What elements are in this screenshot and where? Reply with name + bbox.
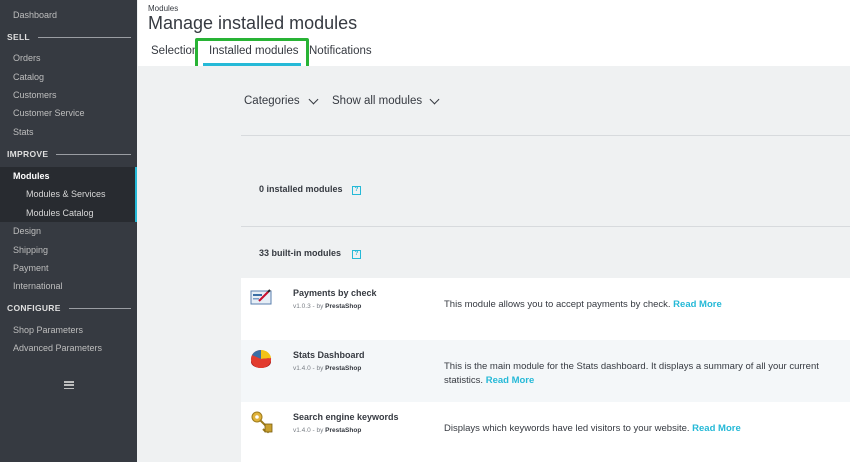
sidebar-item-design[interactable]: Design (13, 225, 41, 237)
show-modules-dropdown[interactable]: Show all modules (332, 95, 422, 107)
check-payment-icon (250, 287, 272, 312)
help-icon[interactable]: ? (352, 186, 361, 195)
section-divider (68, 307, 131, 309)
page-header: Modules Manage installed modules Selecti… (138, 0, 850, 72)
sidebar-item-orders[interactable]: Orders (13, 52, 41, 64)
read-more-link[interactable]: Read More (673, 299, 722, 310)
help-icon[interactable]: ? (352, 250, 361, 259)
module-version: v1.4.0 - by PrestaShop (293, 427, 362, 434)
sidebar-item-modules[interactable]: Modules (13, 170, 50, 182)
section-divider (37, 36, 131, 38)
sidebar-active-indicator (135, 167, 137, 222)
section-divider (56, 153, 131, 155)
sidebar-item-international[interactable]: International (13, 280, 63, 292)
categories-dropdown[interactable]: Categories (244, 95, 300, 107)
module-description: Displays which keywords have led visitor… (444, 423, 741, 434)
tab-selection[interactable]: Selection (151, 45, 198, 57)
module-name: Search engine keywords (293, 412, 399, 422)
sidebar: Dashboard SELL Orders Catalog Customers … (0, 0, 137, 462)
tab-notifications[interactable]: Notifications (309, 45, 372, 57)
module-description: This is the main module for the Stats da… (444, 361, 819, 386)
sidebar-subitem-modules-catalog[interactable]: Modules Catalog (26, 207, 94, 219)
keys-icon (250, 410, 274, 439)
module-description: This module allows you to accept payment… (444, 299, 722, 310)
read-more-link[interactable]: Read More (692, 423, 741, 434)
module-version: v1.4.0 - by PrestaShop (293, 365, 362, 372)
page-title: Manage installed modules (148, 13, 358, 33)
sidebar-item-stats[interactable]: Stats (13, 126, 34, 138)
module-name: Stats Dashboard (293, 350, 365, 360)
installed-modules-count: 0 installed modules (259, 184, 343, 194)
pie-chart-icon (250, 348, 272, 375)
module-version: v1.0.3 - by PrestaShop (293, 303, 362, 310)
breadcrumb[interactable]: Modules (148, 4, 178, 13)
sidebar-item-customer-service[interactable]: Customer Service (13, 107, 85, 119)
builtin-modules-count: 33 built-in modules (259, 248, 342, 258)
read-more-link[interactable]: Read More (486, 375, 535, 386)
sidebar-item-payment[interactable]: Payment (13, 262, 49, 274)
sidebar-item-customers[interactable]: Customers (13, 89, 57, 101)
sidebar-section-configure: CONFIGURE (0, 301, 137, 315)
sidebar-item-dashboard[interactable]: Dashboard (13, 9, 57, 21)
sidebar-item-catalog[interactable]: Catalog (13, 71, 44, 83)
installed-count-row (241, 136, 850, 227)
sidebar-item-advanced-parameters[interactable]: Advanced Parameters (13, 342, 102, 354)
sidebar-item-shop-parameters[interactable]: Shop Parameters (13, 324, 83, 336)
sidebar-item-shipping[interactable]: Shipping (13, 244, 48, 256)
hamburger-icon[interactable] (64, 381, 74, 389)
module-name: Payments by check (293, 288, 377, 298)
sidebar-section-improve: IMPROVE (0, 147, 137, 161)
sidebar-subitem-modules-services[interactable]: Modules & Services (26, 188, 106, 200)
sidebar-section-sell: SELL (0, 30, 137, 44)
